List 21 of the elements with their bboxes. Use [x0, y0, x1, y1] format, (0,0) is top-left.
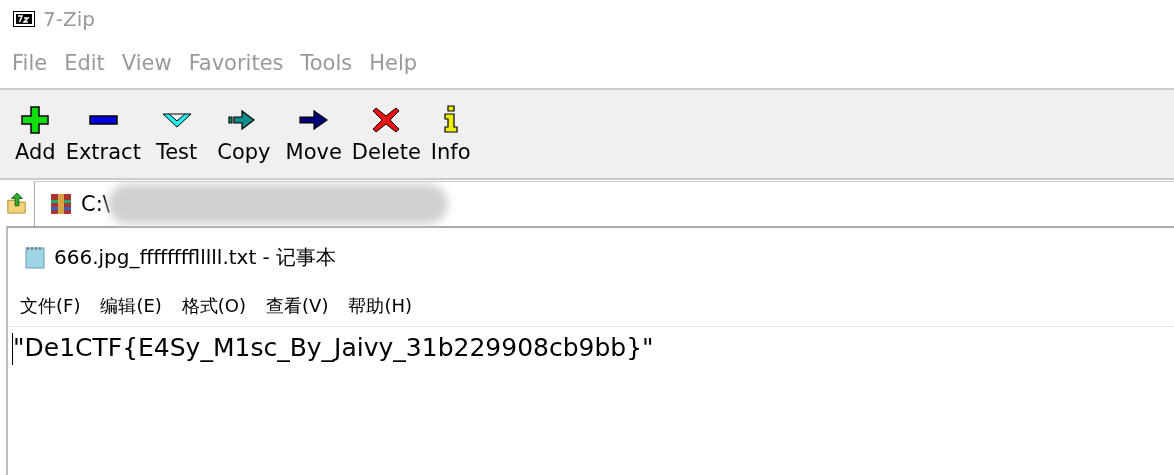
app-logo-icon	[13, 11, 35, 27]
plus-icon	[19, 104, 52, 136]
toolbar-button[interactable]: Move	[280, 104, 347, 164]
window-title: 7-Zip	[43, 7, 95, 31]
archive-icon	[49, 191, 73, 216]
toolbar-button[interactable]: Extract	[60, 104, 146, 164]
notepad-icon	[24, 245, 46, 269]
address-field[interactable]: C:\	[34, 180, 1174, 226]
menu-item[interactable]: 帮助(H)	[348, 294, 412, 318]
toolbar-button[interactable]: Test	[145, 104, 208, 164]
toolbar-button[interactable]: Delete	[346, 104, 426, 164]
notepad-title: 666.jpg_fffffffflllll.txt - 记事本	[54, 243, 337, 271]
menu-item[interactable]: 文件(F)	[20, 294, 81, 318]
menu-item[interactable]: 查看(V)	[266, 294, 329, 318]
text-editor[interactable]: "De1CTF{E4Sy_M1sc_By_Jaivy_31b229908cb9bb}"	[8, 327, 1174, 475]
toolbar-button[interactable]: Info	[425, 104, 476, 164]
menu-item[interactable]: 编辑(E)	[100, 294, 162, 318]
toolbar-button[interactable]: Copy	[207, 104, 281, 164]
menu-item[interactable]: 格式(O)	[181, 294, 247, 318]
toolbar-button[interactable]: Add	[10, 104, 61, 164]
folder-up-icon[interactable]	[6, 191, 28, 215]
